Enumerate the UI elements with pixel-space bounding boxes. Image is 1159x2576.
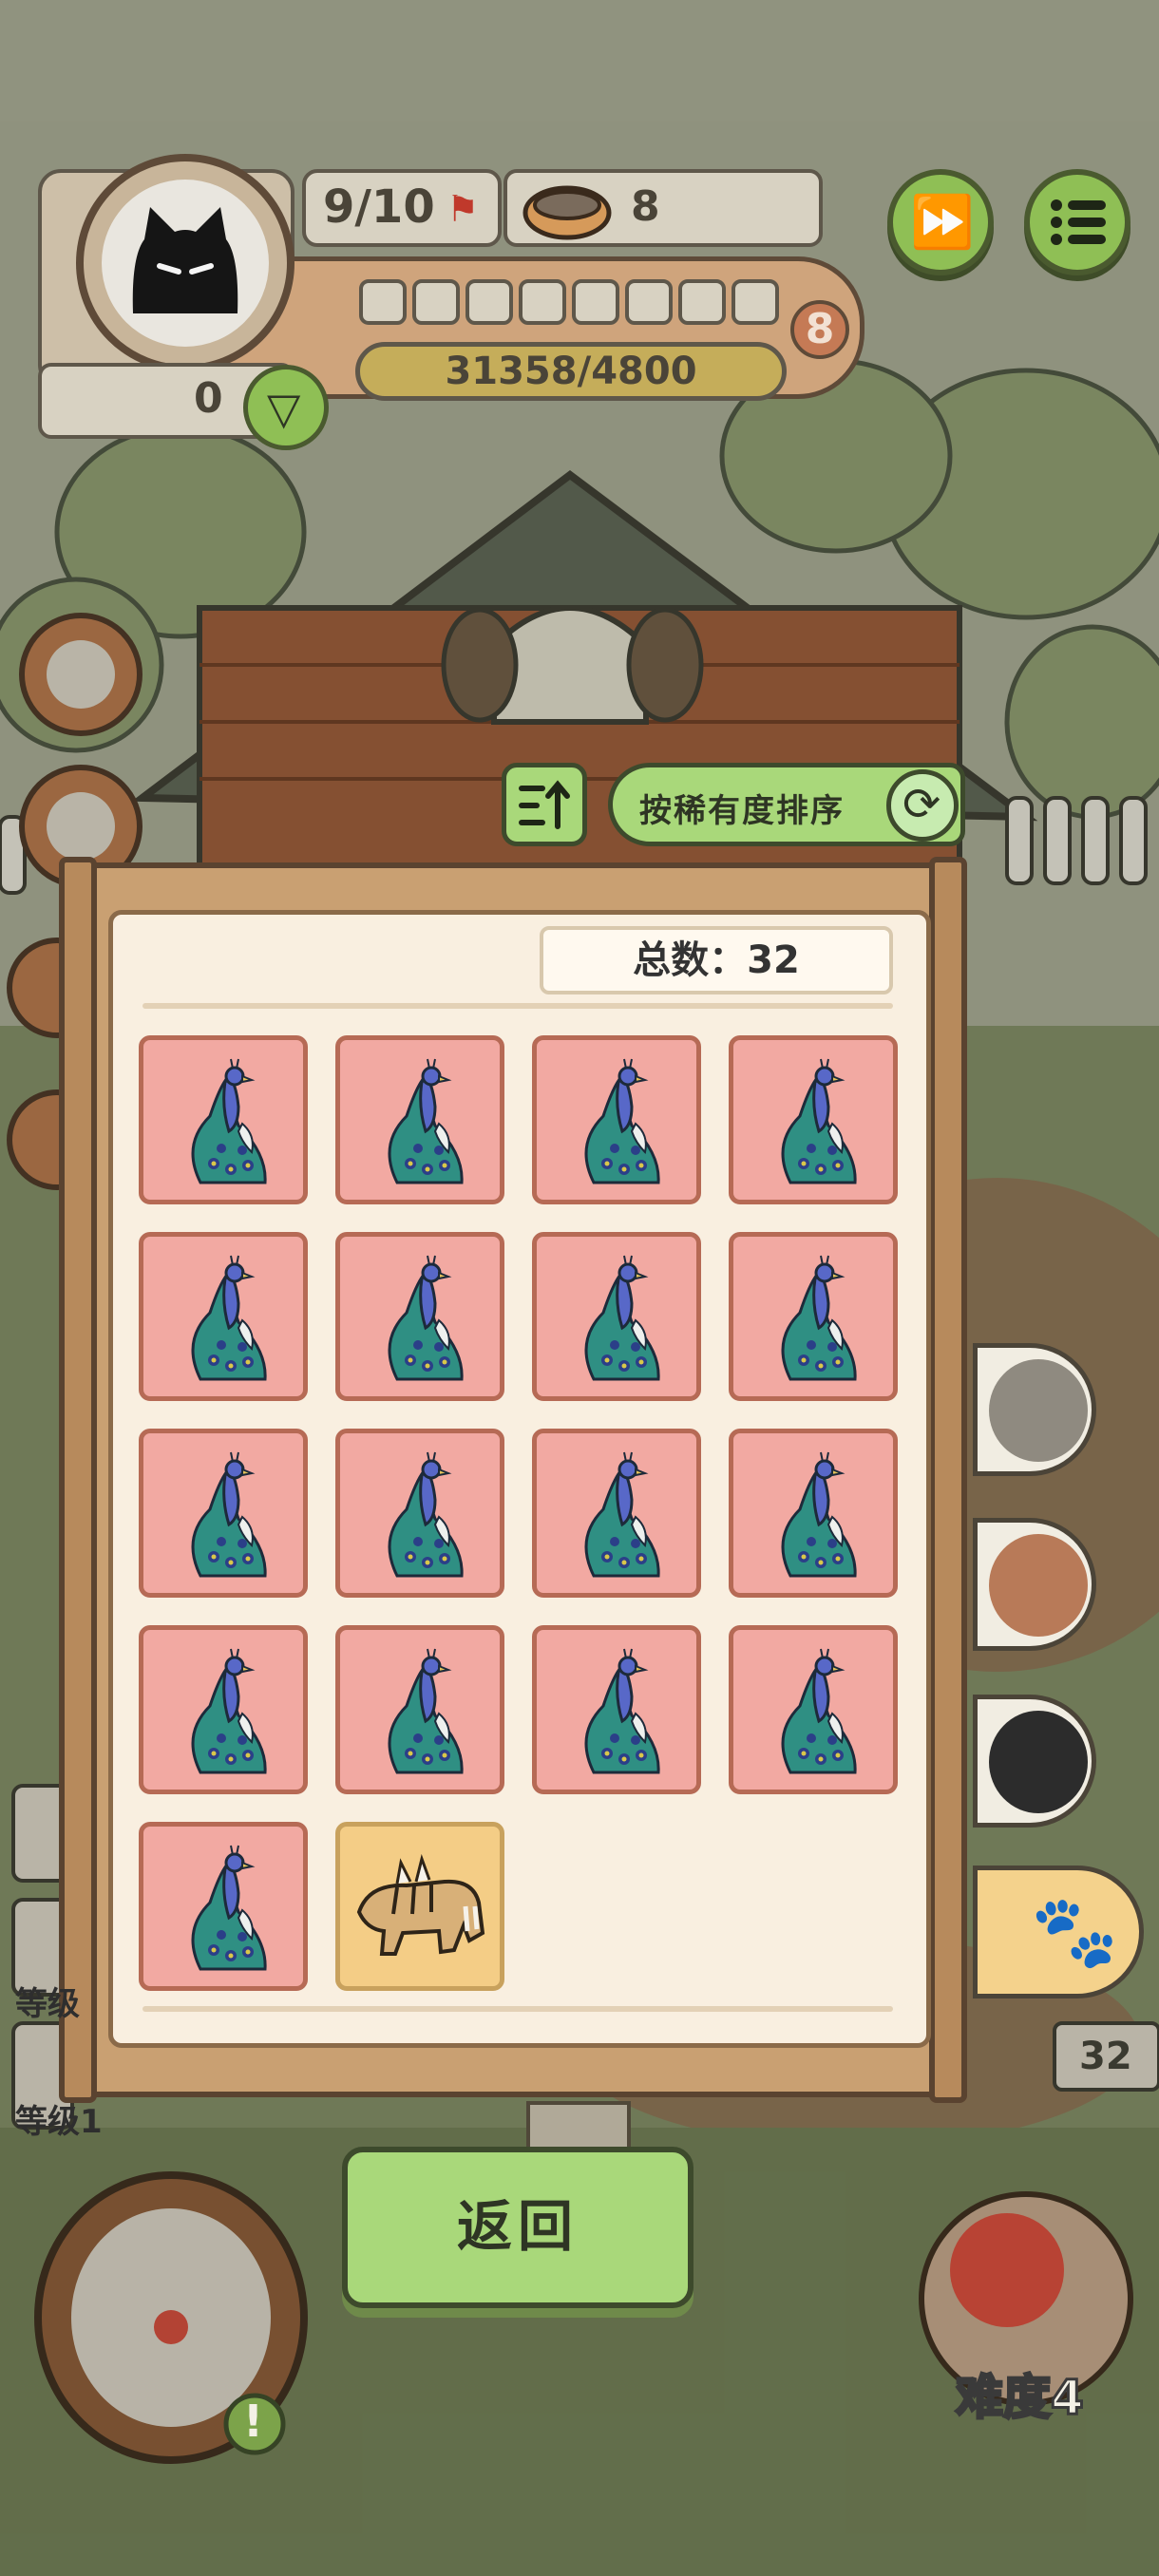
skill-slot (678, 279, 726, 325)
elephant-icon (989, 1359, 1088, 1462)
list-menu-icon (1051, 199, 1106, 245)
creature-card-peacock[interactable] (729, 1232, 898, 1401)
player-avatar[interactable] (76, 154, 294, 372)
divider-bottom (142, 2006, 893, 2012)
peacock-icon (781, 1058, 857, 1184)
skill-slot (466, 279, 513, 325)
peacock-icon (584, 1255, 660, 1381)
peacock-icon (781, 1648, 857, 1774)
board-post-right (929, 857, 967, 2103)
creature-card-peacock[interactable] (335, 1625, 504, 1794)
creature-card-peacock[interactable] (335, 1232, 504, 1401)
creature-card-peacock[interactable] (139, 1429, 308, 1598)
creature-card-peacock[interactable] (532, 1035, 701, 1204)
level-progress-text: 9/10 (323, 180, 435, 234)
fast-forward-button[interactable]: ⏩ (887, 169, 994, 275)
heart-icon: ▽ (267, 383, 301, 434)
menu-button[interactable] (1024, 169, 1130, 275)
skill-slot (572, 279, 619, 325)
creature-card-peacock[interactable] (139, 1232, 308, 1401)
peacock-icon (191, 1255, 267, 1381)
total-count: 总数：32 (540, 926, 893, 994)
divider-top (142, 1003, 893, 1009)
skill-slot (732, 279, 779, 325)
peacock-icon (584, 1058, 660, 1184)
flag-icon: ⚑ (446, 188, 480, 230)
peacock-icon (191, 1451, 267, 1578)
peacock-icon (781, 1255, 857, 1381)
level-badge-text: 8 (805, 305, 835, 353)
creature-card-peacock[interactable] (139, 1625, 308, 1794)
creature-card-peacock[interactable] (139, 1035, 308, 1204)
creature-card-peacock[interactable] (532, 1625, 701, 1794)
refresh-glyph: ⟳ (902, 778, 941, 831)
bowl-icon (522, 185, 612, 240)
refresh-icon[interactable]: ⟳ (886, 769, 959, 842)
black-cat-avatar-icon (102, 180, 269, 347)
level-tag-2: 等级 (15, 1985, 80, 2023)
experience-text: 31358/4800 (445, 350, 697, 393)
back-label: 返回 (456, 2194, 579, 2259)
creature-card-peacock[interactable] (335, 1429, 504, 1598)
creature-card-peacock[interactable] (729, 1625, 898, 1794)
count-badge: 32 (1079, 2035, 1132, 2078)
clown-avatar[interactable] (38, 2175, 304, 2460)
bird-icon (989, 1534, 1088, 1637)
saber-tooth-cat-icon (356, 1853, 485, 1956)
sort-label: 按稀有度排序 (639, 792, 845, 830)
creature-card-peacock[interactable] (139, 1822, 308, 1991)
peacock-icon (388, 1058, 464, 1184)
heart-button[interactable]: ▽ (243, 365, 329, 450)
currency-count: 0 (194, 374, 223, 423)
peacock-icon (781, 1451, 857, 1578)
difficulty-label: 难度4 (955, 2369, 1086, 2427)
skill-slot (519, 279, 566, 325)
sort-icon (519, 780, 570, 829)
peacock-icon (584, 1648, 660, 1774)
peacock-icon (388, 1648, 464, 1774)
bowl-count: 8 (631, 182, 660, 231)
fast-forward-icon: ⏩ (910, 192, 975, 252)
back-button[interactable]: 返回 (342, 2147, 694, 2308)
peacock-icon (191, 1845, 267, 1971)
creature-card-peacock[interactable] (532, 1232, 701, 1401)
experience-bar: 31358/4800 (355, 342, 787, 401)
side-tab-paw[interactable]: 🐾 (973, 1866, 1144, 1998)
creature-card-peacock[interactable] (729, 1035, 898, 1204)
alert-icon: ! (243, 2396, 263, 2447)
creature-card-peacock[interactable] (532, 1429, 701, 1598)
creature-card-saber-tooth-cat[interactable] (335, 1822, 504, 1991)
creature-card-peacock[interactable] (335, 1035, 504, 1204)
skill-slot (359, 279, 407, 325)
peacock-icon (388, 1451, 464, 1578)
sort-by-rarity-button[interactable]: 按稀有度排序 ⟳ (608, 763, 965, 846)
sort-order-toggle-button[interactable] (502, 763, 587, 846)
peacock-icon (584, 1451, 660, 1578)
peacock-icon (388, 1255, 464, 1381)
peacock-icon (191, 1648, 267, 1774)
skill-slots (359, 279, 787, 327)
monster-icon (989, 1711, 1088, 1813)
skill-slot (625, 279, 673, 325)
level-tag-1: 等级1 (15, 2103, 103, 2141)
skill-slot (412, 279, 460, 325)
paw-icon: 🐾 (1031, 1891, 1119, 1973)
level-badge: 8 (790, 300, 849, 359)
creature-card-peacock[interactable] (729, 1429, 898, 1598)
peacock-icon (191, 1058, 267, 1184)
board-post-left (59, 857, 97, 2103)
